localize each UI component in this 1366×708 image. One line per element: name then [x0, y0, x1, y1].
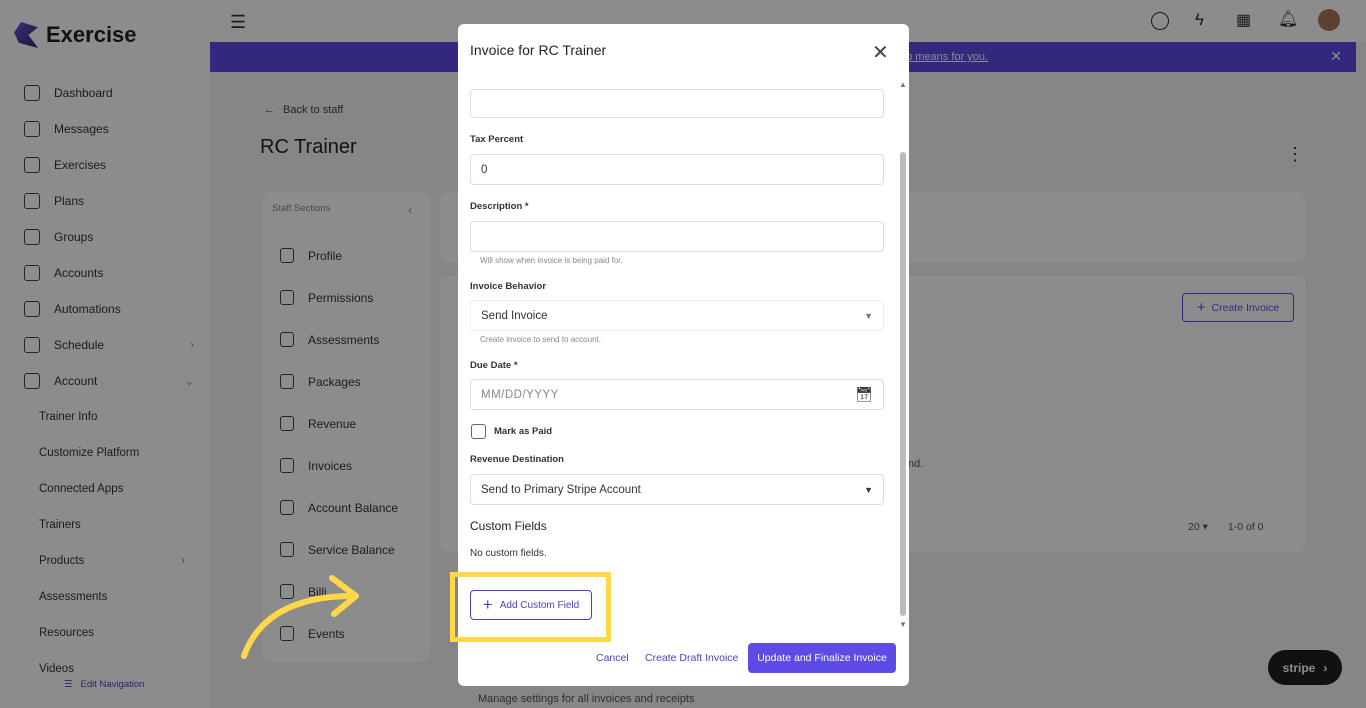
no-custom-fields-text: No custom fields.: [470, 548, 547, 559]
caret-down-icon: ▼: [864, 310, 873, 321]
revenue-destination-label: Revenue Destination: [470, 454, 564, 465]
tax-percent-label: Tax Percent: [470, 134, 524, 145]
plus-icon: +: [482, 595, 493, 614]
calendar-icon[interactable]: 📅︎: [855, 386, 873, 403]
cancel-button[interactable]: Cancel: [596, 652, 629, 664]
scroll-down-icon[interactable]: ▼: [899, 620, 907, 629]
close-icon[interactable]: ✕: [872, 40, 889, 65]
invoice-behavior-hint: Create invoice to send to account.: [480, 335, 601, 344]
description-hint: Will show when invoice is being paid for…: [480, 256, 623, 265]
revenue-destination-select[interactable]: Send to Primary Stripe Account ▼: [470, 474, 884, 505]
scroll-up-icon[interactable]: ▲: [899, 80, 907, 89]
caret-down-icon: ▼: [864, 484, 873, 495]
invoice-behavior-select[interactable]: Send Invoice ▼: [470, 300, 884, 331]
create-draft-invoice-button[interactable]: Create Draft Invoice: [645, 652, 738, 664]
modal-title: Invoice for RC Trainer: [470, 42, 607, 58]
add-custom-field-button[interactable]: + Add Custom Field: [470, 590, 592, 620]
due-date-label: Due Date *: [470, 360, 518, 371]
description-input[interactable]: [470, 221, 884, 252]
update-finalize-invoice-button[interactable]: Update and Finalize Invoice: [748, 643, 896, 673]
tax-percent-input[interactable]: 0: [470, 154, 884, 185]
scrollbar-thumb[interactable]: [900, 152, 906, 616]
annotation-arrow-icon: [241, 575, 359, 659]
previous-field[interactable]: [470, 89, 884, 118]
mark-as-paid-label: Mark as Paid: [494, 426, 553, 437]
mark-as-paid-checkbox[interactable]: [471, 424, 486, 439]
invoice-behavior-label: Invoice Behavior: [470, 281, 547, 292]
custom-fields-heading: Custom Fields: [470, 519, 547, 533]
due-date-input[interactable]: MM/DD/YYYY 📅︎: [470, 379, 884, 410]
description-label: Description *: [470, 201, 529, 212]
